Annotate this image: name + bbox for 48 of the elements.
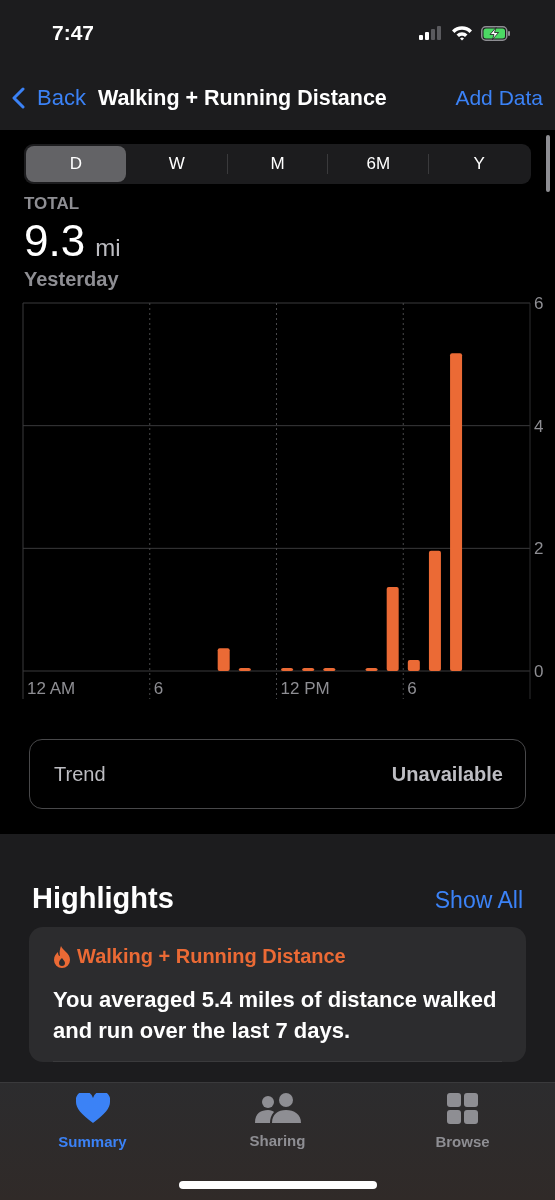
total-unit: mi bbox=[95, 234, 121, 262]
y-axis-label: 2 bbox=[534, 539, 544, 559]
total-value: 9.3 bbox=[24, 216, 86, 266]
x-axis-label: 6 bbox=[407, 679, 417, 698]
chart-bar bbox=[281, 667, 294, 671]
chart-bar bbox=[302, 667, 315, 671]
total-label: TOTAL bbox=[24, 194, 81, 214]
chart-bar bbox=[217, 648, 230, 671]
tab-bar-item[interactable]: Sharing bbox=[225, 1093, 330, 1159]
highlight-text: You averaged 5.4 miles of distance walked and run over the last 7 days. bbox=[53, 986, 498, 1045]
x-axis-label: 12 PM bbox=[280, 679, 330, 698]
y-axis-label: 0 bbox=[534, 662, 544, 681]
back-button[interactable]: Back bbox=[12, 85, 86, 111]
y-axis-label: 4 bbox=[534, 416, 544, 436]
flame-icon bbox=[53, 945, 71, 968]
heart-icon bbox=[75, 1093, 110, 1124]
chart-bar bbox=[365, 667, 378, 671]
x-axis-label: 12 AM bbox=[27, 679, 76, 698]
signal-icon bbox=[419, 26, 443, 40]
y-axis-label: 6 bbox=[534, 294, 544, 313]
page-title: Walking + Running Distance bbox=[97, 85, 388, 111]
period-label: Yesterday bbox=[24, 268, 120, 291]
range-tab[interactable]: W bbox=[126, 146, 227, 182]
chevron-left-icon bbox=[12, 87, 25, 109]
card-title: Walking + Running Distance bbox=[77, 945, 346, 968]
battery-charging-icon bbox=[481, 25, 511, 41]
chart-bar bbox=[407, 659, 420, 671]
chart-bar bbox=[323, 667, 336, 671]
highlight-card[interactable]: Walking + Running Distance You averaged 5.4 miles of distance walked and run over the last 7 days. bbox=[29, 927, 526, 1062]
trend-card[interactable]: Trend Unavailable bbox=[29, 739, 526, 809]
people-icon bbox=[254, 1093, 301, 1123]
trend-label: Trend bbox=[54, 762, 106, 786]
trend-value: Unavailable bbox=[391, 762, 503, 786]
chart-bar bbox=[238, 667, 251, 671]
wifi-icon bbox=[451, 25, 473, 41]
range-tab[interactable]: M bbox=[227, 146, 328, 182]
range-tab[interactable]: Y bbox=[429, 146, 529, 182]
grid-icon bbox=[447, 1093, 478, 1124]
status-time: 7:47 bbox=[52, 21, 95, 45]
x-axis-label: 6 bbox=[153, 679, 164, 698]
range-tab[interactable]: D bbox=[26, 146, 126, 182]
scroll-indicator bbox=[546, 135, 550, 192]
tab-bar-item[interactable]: Summary bbox=[40, 1093, 145, 1159]
section-title: Highlights bbox=[32, 882, 174, 915]
range-tab[interactable]: 6M bbox=[328, 146, 429, 182]
show-all-link[interactable]: Show All bbox=[434, 887, 523, 914]
add-data-button[interactable]: Add Data bbox=[455, 86, 543, 110]
tab-bar-item[interactable]: Browse bbox=[410, 1093, 515, 1159]
